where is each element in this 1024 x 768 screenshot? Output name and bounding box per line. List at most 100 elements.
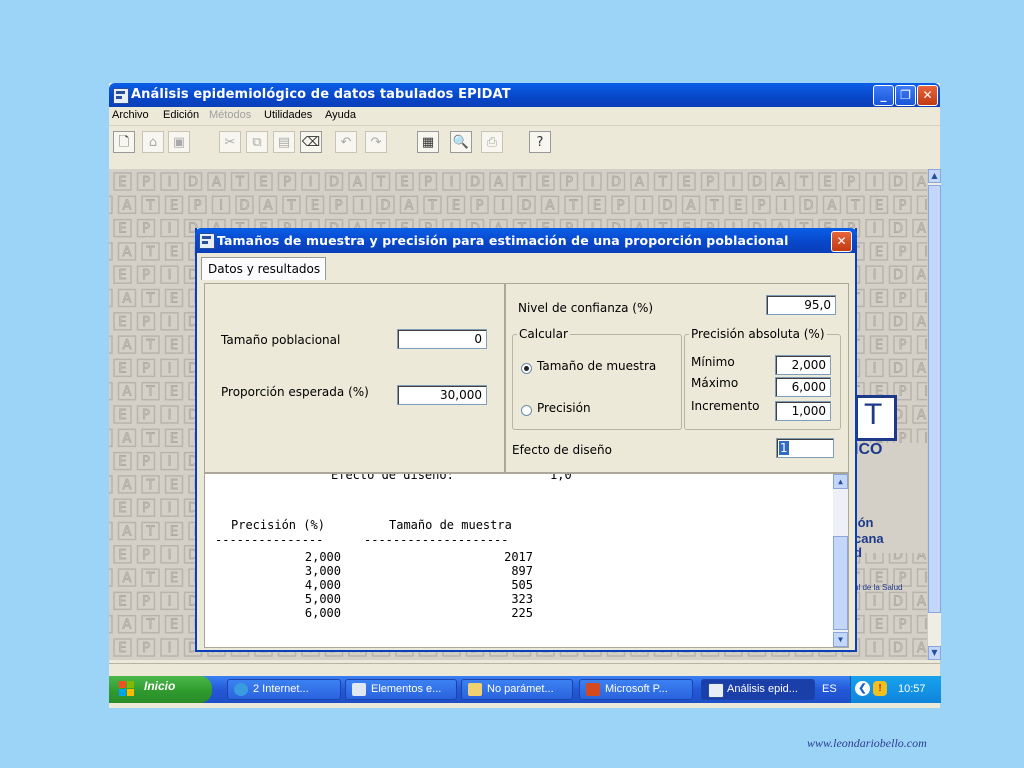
copy-icon[interactable]: ⧉ <box>246 131 268 153</box>
scroll-down-icon[interactable]: ▼ <box>928 646 941 660</box>
pattern-letter-tile: I <box>865 172 884 191</box>
proporcion-esperada-input[interactable]: 30,000 <box>397 385 487 405</box>
task-elementos[interactable]: Elementos e... <box>345 679 457 700</box>
svg-text:T: T <box>428 198 437 213</box>
powerpoint-icon <box>586 683 600 696</box>
task-microsoft-powerpoint[interactable]: Microsoft P... <box>579 679 693 700</box>
svg-text:A: A <box>687 198 696 213</box>
dialog-title-bar[interactable]: Tamaños de muestra y precisión para esti… <box>195 228 857 253</box>
svg-text:E: E <box>118 268 126 283</box>
pattern-letter-tile: P <box>700 172 720 191</box>
save-icon[interactable]: ▣ <box>168 131 190 153</box>
task-internet[interactable]: 2 Internet... <box>227 679 341 700</box>
pattern-letter-tile: T <box>653 172 673 191</box>
workspace-scrollbar[interactable]: ▲ ▼ <box>927 169 941 660</box>
pattern-letter-tile: D <box>109 521 113 541</box>
main-title-bar[interactable]: Análisis epidemiológico de datos tabulad… <box>109 83 940 107</box>
dialog-title: Tamaños de muestra y precisión para esti… <box>217 233 789 248</box>
svg-text:I: I <box>168 315 172 330</box>
svg-text:D: D <box>521 198 531 213</box>
tray-arrow-icon[interactable]: ❮ <box>855 681 870 696</box>
output-scroll-down-icon[interactable]: ▼ <box>833 632 848 647</box>
pattern-letter-tile: P <box>893 242 912 261</box>
pattern-letter-tile: P <box>893 195 912 215</box>
efecto-diseno-input[interactable]: 1 <box>776 438 834 458</box>
radio-tamano-muestra-label[interactable]: Tamaño de muestra <box>537 359 656 373</box>
minimo-input[interactable]: 2,000 <box>775 355 831 375</box>
menu-utilidades[interactable]: Utilidades <box>264 109 312 121</box>
incremento-input[interactable]: 1,000 <box>775 401 831 421</box>
svg-text:P: P <box>142 222 150 237</box>
scroll-thumb[interactable] <box>928 185 941 613</box>
svg-text:P: P <box>335 198 343 213</box>
maximize-button[interactable]: ❐ <box>895 85 916 106</box>
calculator-icon[interactable]: ▦ <box>417 131 439 153</box>
print-icon[interactable]: ⎙ <box>481 131 503 153</box>
svg-text:A: A <box>123 385 132 400</box>
pattern-letter-tile: A <box>258 195 278 215</box>
pattern-letter-tile: I <box>916 242 927 261</box>
svg-text:I: I <box>732 175 736 190</box>
pattern-letter-tile: E <box>869 614 889 634</box>
output-scroll-up-icon[interactable]: ▲ <box>833 474 848 489</box>
help-icon[interactable]: ? <box>529 131 551 153</box>
dialog-close-button[interactable]: ✕ <box>831 231 852 252</box>
svg-text:E: E <box>170 198 178 213</box>
pattern-letter-tile: A <box>348 172 367 191</box>
language-indicator[interactable]: ES <box>822 683 837 695</box>
scroll-up-icon[interactable]: ▲ <box>928 169 941 183</box>
svg-text:E: E <box>593 198 601 213</box>
svg-text:I: I <box>168 408 172 423</box>
menu-metodos[interactable]: Métodos <box>209 109 251 121</box>
results-output[interactable]: Efecto de diseño: 1,0 Precisión (%) Tama… <box>204 473 849 648</box>
paste-icon[interactable]: ▤ <box>273 131 295 153</box>
menu-archivo[interactable]: Archivo <box>112 109 149 121</box>
task-no-parametricos[interactable]: No parámet... <box>461 679 573 700</box>
undo-icon[interactable]: ↶ <box>335 131 357 153</box>
svg-text:A: A <box>123 431 132 446</box>
radio-precision-label[interactable]: Precisión <box>537 401 591 415</box>
pattern-letter-tile: A <box>117 195 137 215</box>
pattern-letter-tile: E <box>113 218 132 238</box>
close-button[interactable]: ✕ <box>917 85 938 106</box>
eraser-icon[interactable]: ⌫ <box>300 131 322 153</box>
output-scroll-thumb[interactable] <box>833 536 848 630</box>
svg-text:A: A <box>123 245 132 260</box>
pattern-letter-tile: I <box>865 312 884 331</box>
start-button[interactable]: Inicio <box>109 676 212 703</box>
tab-datos-resultados[interactable]: Datos y resultados <box>201 257 326 280</box>
svg-text:A: A <box>123 198 132 213</box>
svg-text:P: P <box>899 292 907 307</box>
pattern-letter-tile: A <box>117 521 137 541</box>
cut-icon[interactable]: ✂ <box>219 131 241 153</box>
pattern-letter-tile: I <box>211 195 231 215</box>
svg-text:P: P <box>283 175 291 190</box>
task-analisis-epidat[interactable]: Análisis epid... <box>701 679 815 700</box>
pattern-letter-tile: A <box>399 195 419 215</box>
menu-ayuda[interactable]: Ayuda <box>325 109 356 121</box>
pattern-letter-tile: A <box>771 172 790 191</box>
nivel-confianza-input[interactable]: 95,0 <box>766 295 836 315</box>
logo-fragment-cana: cana <box>854 531 884 546</box>
redo-icon[interactable]: ↷ <box>365 131 387 153</box>
svg-text:P: P <box>142 408 150 423</box>
minimize-button[interactable]: _ <box>873 85 894 106</box>
svg-text:E: E <box>170 618 178 633</box>
pattern-letter-tile: E <box>164 335 184 354</box>
new-file-icon[interactable]: 🗋 <box>113 131 135 153</box>
maximo-input[interactable]: 6,000 <box>775 377 831 397</box>
svg-text:T: T <box>146 525 155 540</box>
svg-text:I: I <box>168 501 172 516</box>
pattern-letter-tile: A <box>540 195 560 215</box>
security-shield-icon[interactable]: ! <box>873 681 887 696</box>
menu-edicion[interactable]: Edición <box>163 109 199 121</box>
radio-tamano-muestra[interactable] <box>521 363 532 374</box>
radio-precision[interactable] <box>521 405 532 416</box>
print-preview-icon[interactable]: 🔍 <box>450 131 472 153</box>
open-folder-icon[interactable]: ⌂ <box>142 131 164 153</box>
pattern-letter-tile: D <box>888 218 908 238</box>
output-scrollbar[interactable]: ▲ ▼ <box>833 474 848 647</box>
pattern-letter-tile: D <box>747 172 767 191</box>
tamano-poblacional-input[interactable]: 0 <box>397 329 487 349</box>
pattern-letter-tile: A <box>912 265 927 284</box>
